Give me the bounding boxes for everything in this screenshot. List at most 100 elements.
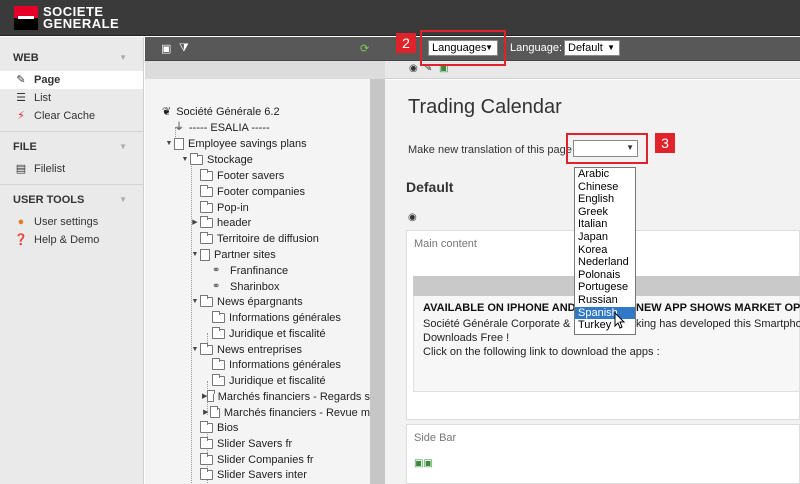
expand-toggle-icon[interactable]: ▼ <box>164 136 174 152</box>
menu-item-clear-cache[interactable]: ⚡ Clear Cache <box>0 107 143 125</box>
tree-node[interactable]: Territoire de diffusion <box>200 231 319 247</box>
site-root-icon: ❦ <box>162 106 172 118</box>
menu-item-page[interactable]: ✎ Page <box>0 71 143 89</box>
tree-node[interactable]: Footer savers <box>200 168 284 184</box>
tree-node-label: Bios <box>217 422 239 434</box>
content-text-line: Click on the following link to download … <box>423 346 660 358</box>
language-option[interactable]: Italian <box>575 218 635 231</box>
language-option-highlighted[interactable]: Spanish <box>575 306 635 320</box>
tree-node[interactable]: ⚭ Sharinbox <box>212 279 280 295</box>
chevron-down-icon: ▼ <box>607 43 615 52</box>
view-icon[interactable]: ◉ <box>409 63 418 74</box>
folder-icon <box>212 358 225 370</box>
logo-mark-icon <box>14 6 38 30</box>
tree-node-label: Slider Savers fr <box>217 438 293 450</box>
language-select[interactable]: Default ▼ <box>564 40 620 56</box>
refresh-icon[interactable]: ⟳ <box>360 42 369 55</box>
language-option[interactable]: Japan <box>575 231 635 244</box>
tree-node-label: Employee savings plans <box>188 138 307 150</box>
content-element-title: AVAILABLE ON IPHONE AND NEW APP SHOWS MA… <box>423 302 800 314</box>
section-title: FILE <box>13 141 37 153</box>
tree-node[interactable]: Pop-in <box>200 200 249 216</box>
tree-node-label: Footer savers <box>217 170 285 182</box>
menu-item-user-settings[interactable]: ● User settings <box>0 213 143 231</box>
tree-node-label: Slider Companies fr <box>217 454 314 466</box>
expand-toggle-icon[interactable]: ▶ <box>190 215 200 231</box>
help-icon: ❓ <box>14 234 28 246</box>
language-option[interactable]: English <box>575 193 635 206</box>
folder-icon <box>200 295 213 307</box>
brand-logo[interactable]: SOCIETE GENERALE <box>14 5 120 31</box>
expand-toggle-icon[interactable]: ▼ <box>190 294 200 310</box>
view-icon[interactable]: ◉ <box>408 212 417 223</box>
tree-node[interactable]: ▼ Employee savings plans <box>164 136 307 152</box>
tree-node[interactable]: Bios <box>200 420 238 436</box>
tree-node[interactable]: ⚭ Franfinance <box>212 263 288 279</box>
language-option[interactable]: Greek <box>575 206 635 219</box>
language-option[interactable]: Russian <box>575 294 635 307</box>
menu-item-filelist[interactable]: ▤ Filelist <box>0 160 143 178</box>
tree-node[interactable]: Slider Companies fr <box>200 452 314 468</box>
tree-node[interactable]: ▶ Marchés financiers - Regards s <box>202 389 370 405</box>
section-web[interactable]: WEB ▼ <box>0 45 143 71</box>
brand-line2: GENERALE <box>43 16 120 31</box>
callout-box-2 <box>420 30 506 66</box>
language-option[interactable]: Nederland <box>575 256 635 269</box>
tree-node[interactable]: Informations générales <box>212 310 341 326</box>
tree-node[interactable]: ▶ Marchés financiers - Revue m <box>202 405 370 421</box>
language-option[interactable]: Korea <box>575 244 635 257</box>
tree-node-label: Informations générales <box>229 312 341 324</box>
filter-icon[interactable]: ⧩ <box>179 42 189 55</box>
tree-toolbar: ▣ ⧩ ⟳ <box>145 37 385 61</box>
expand-toggle-icon[interactable]: ▼ <box>190 342 200 358</box>
language-option[interactable]: Turkey <box>575 319 635 332</box>
language-option[interactable]: Arabic <box>575 168 635 181</box>
language-option[interactable]: Polonais <box>575 269 635 282</box>
tree-node[interactable]: ▼ Stockage <box>180 152 253 168</box>
tree-node[interactable]: ▼ Partner sites <box>190 247 276 263</box>
section-file[interactable]: FILE ▼ <box>0 134 143 160</box>
tree-node[interactable]: Slider Savers inter <box>200 467 307 483</box>
menu-item-label: Page <box>34 74 61 86</box>
tree-node[interactable]: ▼ News épargnants <box>190 294 303 310</box>
section-user-tools[interactable]: USER TOOLS ▼ <box>0 187 143 213</box>
language-heading: Default <box>406 179 454 195</box>
tree-scrollbar[interactable] <box>370 79 385 484</box>
expand-toggle-icon[interactable]: ▶ <box>202 405 210 421</box>
flash-icon: ⚡ <box>17 110 25 122</box>
menu-item-label: User settings <box>34 216 99 228</box>
expand-toggle-icon[interactable]: ▼ <box>190 247 200 263</box>
column-label: Side Bar <box>414 432 457 444</box>
collapse-caret-icon: ▼ <box>119 195 127 204</box>
tree-node[interactable]: ▼ News entreprises <box>190 342 302 358</box>
tree-node-label: ----- ESALIA ----- <box>189 122 270 134</box>
tree-node[interactable]: Footer companies <box>200 184 305 200</box>
section-title: USER TOOLS <box>13 194 85 206</box>
tree-node-label: Slider Savers inter <box>217 469 307 481</box>
menu-item-help[interactable]: ❓ Help & Demo <box>0 231 143 249</box>
tree-node[interactable]: Slider Savers fr <box>200 436 292 452</box>
language-option[interactable]: Portugese <box>575 281 635 294</box>
tree-node[interactable]: Informations générales <box>212 357 341 373</box>
divider <box>0 184 143 185</box>
filelist-icon: ▤ <box>15 163 27 175</box>
expand-toggle-icon[interactable]: ▼ <box>180 152 190 168</box>
section-title: WEB <box>13 52 39 64</box>
folder-icon <box>190 153 203 165</box>
link-icon: ⚭ <box>212 265 221 276</box>
tree-node[interactable]: Juridique et fiscalité <box>212 326 326 342</box>
tree-node[interactable]: ❦ Société Générale 6.2 <box>162 104 280 120</box>
tree-node[interactable]: ⏚ ----- ESALIA ----- <box>174 120 270 136</box>
menu-item-list[interactable]: ☰ List <box>0 89 143 107</box>
language-option[interactable]: Chinese <box>575 181 635 194</box>
tree-node[interactable]: ▶ header <box>190 215 251 231</box>
ce-line1-left: Société Générale Corporate & In <box>423 318 583 330</box>
menu-item-label: Clear Cache <box>34 110 96 122</box>
ce-title-right: NEW APP SHOWS MARKET OPE <box>636 302 800 314</box>
menu-item-label: List <box>34 92 52 104</box>
tree-node[interactable]: Juridique et fiscalité <box>212 373 326 389</box>
tree-node-label: Marchés financiers - Regards s <box>217 391 370 403</box>
new-page-icon[interactable]: ▣ <box>161 42 171 55</box>
new-content-icon[interactable]: ▣▣ <box>414 458 433 469</box>
folder-icon <box>209 406 220 418</box>
